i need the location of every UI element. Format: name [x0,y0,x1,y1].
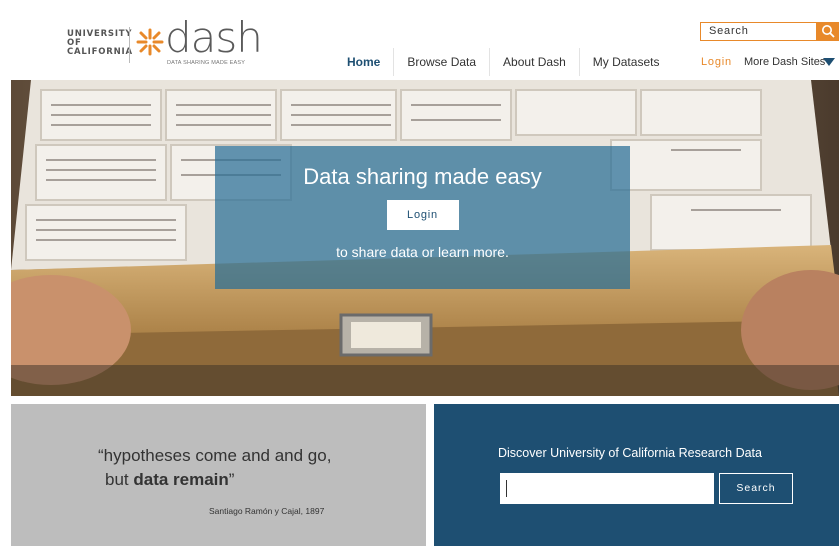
hero-banner: Data sharing made easy Login to share da… [11,80,839,396]
search-icon [822,25,835,38]
quote-citation: Santiago Ramón y Cajal, 1897 [209,506,325,516]
quote-emphasis: data remain [133,470,229,489]
header-search-button[interactable] [817,22,839,41]
dash-logo[interactable]: dash [165,14,263,62]
quote-line-2: but data remain” [98,468,331,492]
uc-logo[interactable]: UNIVERSITY OF CALIFORNIA [67,30,133,57]
discover-title: Discover University of California Resear… [498,446,762,460]
quote-panel: “hypotheses come and and go, but data re… [11,404,426,546]
nav-about-dash[interactable]: About Dash [489,48,579,76]
quote-line-1: “hypotheses come and and go, [98,446,332,465]
logo-divider [129,27,130,63]
site-header: UNIVERSITY OF CALIFORNIA dash DATA SHARI… [0,0,839,80]
chevron-down-icon[interactable] [823,58,835,66]
quote-text: “hypotheses come and and go, but data re… [98,444,331,492]
quote-line-2-plain: but [105,470,134,489]
nav-my-datasets[interactable]: My Datasets [578,48,673,76]
hero-login-button[interactable]: Login [386,200,459,230]
more-dash-sites-link[interactable]: More Dash Sites [744,56,825,68]
hero-overlay: Data sharing made easy Login to share da… [215,146,630,289]
text-caret [506,480,507,497]
discover-search-button[interactable]: Search [719,473,793,504]
uc-logo-line: CALIFORNIA [67,47,133,57]
quote-line-2-end: ” [228,470,235,489]
header-login-link[interactable]: Login [701,56,732,68]
dash-star-icon [136,28,164,56]
nav-home[interactable]: Home [334,48,393,76]
header-search-input[interactable]: Search [700,22,817,41]
discover-search-input[interactable] [500,473,714,504]
discover-panel: Discover University of California Resear… [434,404,839,546]
main-nav: Home Browse Data About Dash My Datasets [334,48,672,76]
nav-browse-data[interactable]: Browse Data [393,48,489,76]
hero-subtitle: to share data or learn more. [336,244,509,260]
dash-tagline: DATA SHARING MADE EASY [167,60,246,66]
hero-title: Data sharing made easy [303,164,542,189]
